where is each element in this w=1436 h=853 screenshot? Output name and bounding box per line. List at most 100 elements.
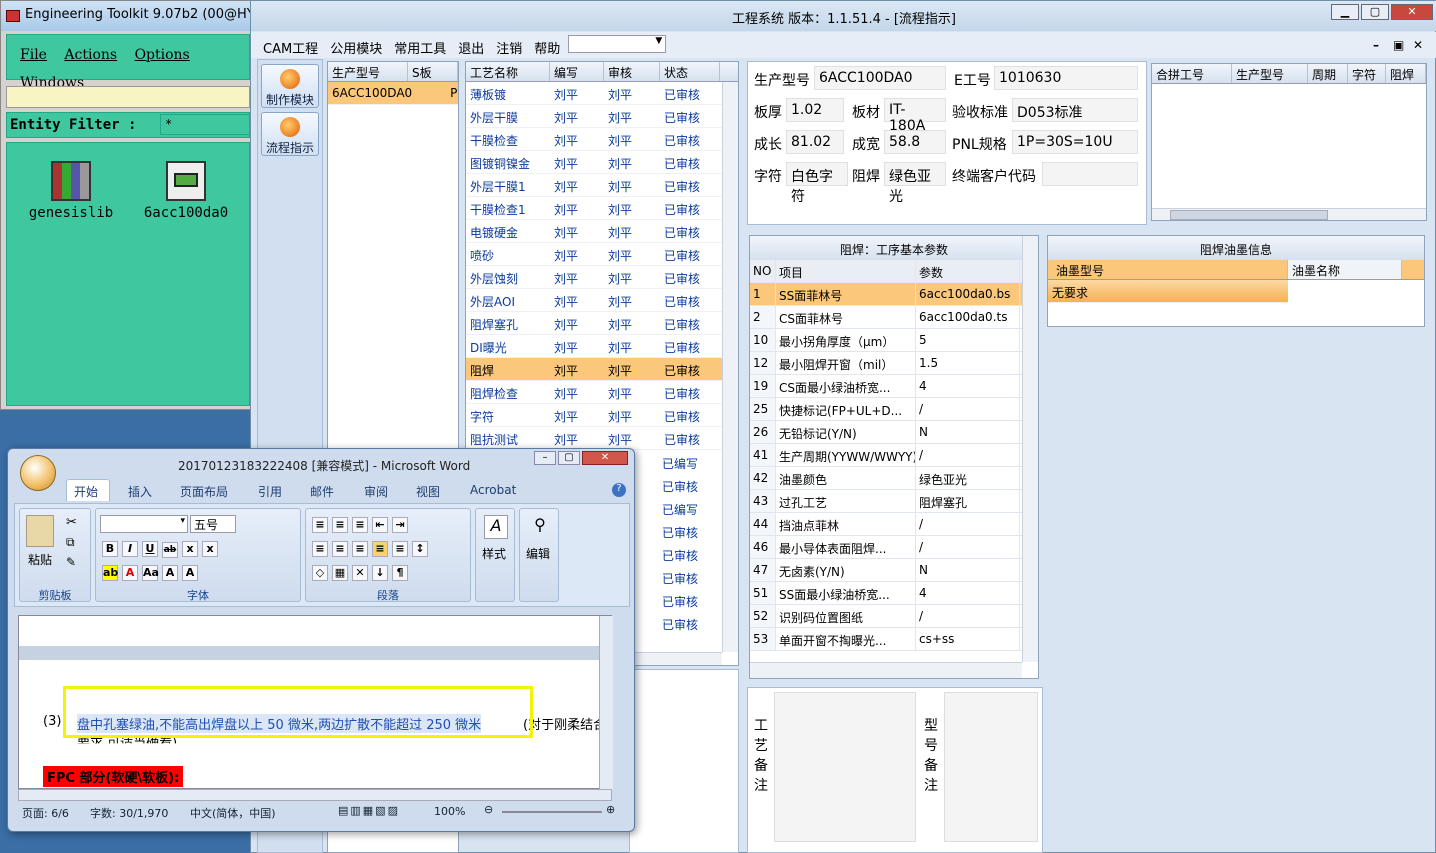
- font-name-combo[interactable]: ▾: [100, 515, 188, 533]
- process-row[interactable]: 干膜检查1 刘平 刘平 已审核: [466, 197, 738, 220]
- view-buttons[interactable]: ▤▥▦▧▨: [338, 804, 400, 817]
- distributed-icon[interactable]: ≡: [392, 541, 408, 557]
- cut-icon[interactable]: ✂: [66, 515, 77, 530]
- align-left-icon[interactable]: ≡: [312, 541, 328, 557]
- highlight-icon[interactable]: ab: [102, 565, 118, 581]
- param-row[interactable]: 19 CS面最小绿油桥宽... 4: [750, 375, 1038, 398]
- tab-acrobat[interactable]: Acrobat: [470, 483, 516, 497]
- params-scrollbar[interactable]: [1022, 236, 1038, 662]
- process-row[interactable]: 外层蚀刻 刘平 刘平 已审核: [466, 266, 738, 289]
- process-row[interactable]: 外层干膜 刘平 刘平 已审核: [466, 105, 738, 128]
- word-hscrollbar[interactable]: [18, 789, 612, 801]
- increase-indent-icon[interactable]: ⇥: [392, 517, 408, 533]
- copy-icon[interactable]: ⧉: [66, 535, 75, 550]
- tab-insert[interactable]: 插入: [128, 483, 152, 500]
- superscript-button[interactable]: x: [202, 541, 218, 557]
- process-row[interactable]: 外层干膜1 刘平 刘平 已审核: [466, 174, 738, 197]
- col-reviewer[interactable]: 审核: [604, 62, 660, 81]
- cross-icon[interactable]: ✕: [352, 565, 368, 581]
- params-hscrollbar[interactable]: [750, 662, 1022, 678]
- numbering-icon[interactable]: ≡: [332, 517, 348, 533]
- strikethrough-button[interactable]: ab: [162, 542, 178, 558]
- char-field[interactable]: 白色字符: [786, 162, 848, 205]
- language[interactable]: 中文(简体，中国): [190, 805, 276, 821]
- word-close-button[interactable]: ✕: [582, 451, 628, 465]
- material-field[interactable]: IT-180A: [884, 98, 946, 134]
- underline-button[interactable]: U: [142, 541, 158, 557]
- col-status[interactable]: 状态: [660, 62, 720, 81]
- mask-field[interactable]: 绿色亚光: [884, 162, 946, 205]
- align-right-icon[interactable]: ≡: [352, 541, 368, 557]
- borders-icon[interactable]: ▦: [332, 565, 348, 581]
- process-row[interactable]: 阻焊 刘平 刘平 已审核: [466, 358, 738, 381]
- tab-home[interactable]: 开始: [74, 483, 98, 500]
- param-row[interactable]: 26 无铅标记(Y/N) N: [750, 421, 1038, 444]
- length-field[interactable]: 81.02: [786, 130, 844, 154]
- menu-actions[interactable]: Actions: [64, 47, 117, 63]
- col-value[interactable]: 参数: [916, 260, 1020, 282]
- tab-mailings[interactable]: 邮件: [310, 483, 334, 500]
- model-field[interactable]: 6ACC100DA0: [814, 66, 946, 90]
- tab-references[interactable]: 引用: [258, 483, 282, 500]
- process-scrollbar[interactable]: [722, 82, 738, 652]
- col-mask[interactable]: 阻焊: [1386, 64, 1426, 83]
- grow-font-icon[interactable]: A: [182, 565, 198, 581]
- tab-view[interactable]: 视图: [416, 483, 440, 500]
- word-minimize-button[interactable]: –: [534, 451, 556, 465]
- process-row[interactable]: 阻抗测试 刘平 刘平 已审核: [466, 427, 738, 450]
- menu-exit[interactable]: 退出: [458, 38, 484, 57]
- toolbar-combo[interactable]: ▼: [568, 35, 667, 53]
- process-row[interactable]: 干膜检查 刘平 刘平 已审核: [466, 128, 738, 151]
- type-remark-field[interactable]: [944, 692, 1038, 842]
- menu-file[interactable]: File: [20, 47, 47, 63]
- process-row[interactable]: 图镀铜镍金 刘平 刘平 已审核: [466, 151, 738, 174]
- param-row[interactable]: 52 识别码位置图纸 /: [750, 605, 1038, 628]
- col-model[interactable]: 生产型号: [328, 62, 408, 81]
- process-row[interactable]: 阻焊检查 刘平 刘平 已审核: [466, 381, 738, 404]
- font-color-icon[interactable]: A: [122, 565, 138, 581]
- flow-guide-button[interactable]: 流程指示: [261, 112, 319, 156]
- tab-review[interactable]: 审阅: [364, 483, 388, 500]
- param-row[interactable]: 44 挡油点菲林 /: [750, 513, 1038, 536]
- menu-help[interactable]: 帮助: [534, 38, 560, 57]
- shading-icon[interactable]: ◇: [312, 565, 328, 581]
- col-item[interactable]: 项目: [776, 260, 916, 282]
- process-row[interactable]: 阻焊塞孔 刘平 刘平 已审核: [466, 312, 738, 335]
- maximize-button[interactable]: ▢: [1361, 4, 1389, 20]
- paste-icon[interactable]: [26, 515, 54, 547]
- eno-field[interactable]: 1010630: [994, 66, 1138, 90]
- close-button[interactable]: ✕: [1391, 4, 1433, 20]
- office-button[interactable]: [20, 455, 56, 491]
- ink-row[interactable]: 无要求: [1048, 280, 1288, 303]
- sort-icon[interactable]: ↓: [372, 565, 388, 581]
- param-row[interactable]: 51 SS面最小绿油桥宽... 4: [750, 582, 1038, 605]
- param-row[interactable]: 41 生产周期(YYWW/WWYY) /: [750, 444, 1038, 467]
- process-row[interactable]: 外层AOI 刘平 刘平 已审核: [466, 289, 738, 312]
- entity-6acc100da0[interactable]: 6acc100da0: [131, 161, 241, 221]
- param-row[interactable]: 47 无卤素(Y/N) N: [750, 559, 1038, 582]
- word-vscrollbar[interactable]: [599, 616, 613, 790]
- param-row[interactable]: 42 油墨颜色 绿色亚光: [750, 467, 1038, 490]
- param-row[interactable]: 25 快捷标记(FP+UL+D... /: [750, 398, 1038, 421]
- param-row[interactable]: 2 CS面菲林号 6acc100da0.ts: [750, 306, 1038, 329]
- subscript-button[interactable]: x: [182, 541, 198, 557]
- show-marks-icon[interactable]: ¶: [392, 565, 408, 581]
- col-process[interactable]: 工艺名称: [466, 62, 550, 81]
- param-row[interactable]: 43 过孔工艺 阻焊塞孔: [750, 490, 1038, 513]
- decrease-indent-icon[interactable]: ⇤: [372, 517, 388, 533]
- process-row[interactable]: 电镀硬金 刘平 刘平 已审核: [466, 220, 738, 243]
- help-icon[interactable]: ?: [612, 483, 626, 497]
- bold-button[interactable]: B: [102, 541, 118, 557]
- font-size-combo[interactable]: 五号: [190, 515, 236, 533]
- mdi-close-icon[interactable]: ✕: [1413, 38, 1423, 52]
- customer-field[interactable]: [1042, 162, 1138, 186]
- word-count[interactable]: 字数: 30/1,970: [90, 805, 168, 821]
- col-combine-no[interactable]: 合拼工号: [1152, 64, 1232, 83]
- word-maximize-button[interactable]: ▢: [558, 451, 580, 465]
- col-ink-name[interactable]: 油墨名称: [1288, 260, 1402, 279]
- col-sboard[interactable]: S板: [408, 62, 458, 81]
- entity-filter-input[interactable]: *: [160, 114, 250, 135]
- editing-group[interactable]: ⚲ 编辑: [519, 508, 559, 602]
- styles-group[interactable]: A 样式: [475, 508, 515, 602]
- align-center-icon[interactable]: ≡: [332, 541, 348, 557]
